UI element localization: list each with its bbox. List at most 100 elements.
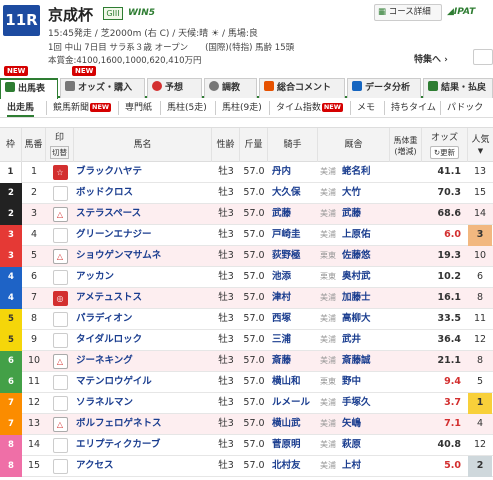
mark-cell[interactable]: △: [47, 351, 73, 372]
trainer-link[interactable]: 矢嶋: [342, 414, 390, 435]
subtab-memo[interactable]: メモ: [350, 101, 375, 115]
horse-name-link[interactable]: アクセス: [76, 456, 206, 477]
mark-select[interactable]: [52, 312, 68, 327]
jockey-link[interactable]: 大久保: [270, 183, 318, 204]
jockey-link[interactable]: 三浦: [270, 330, 318, 351]
mark-select[interactable]: △: [52, 249, 68, 264]
jockey-link[interactable]: ルメール: [270, 393, 318, 414]
mark-cell[interactable]: △: [47, 414, 73, 435]
jockey-link[interactable]: 横山武: [270, 414, 318, 435]
odds-update-button[interactable]: ↻更新: [429, 145, 460, 159]
mark-select[interactable]: ◎: [52, 291, 68, 306]
mark-cell[interactable]: [47, 456, 73, 477]
mark-cell[interactable]: [47, 393, 73, 414]
jockey-link[interactable]: 斎藤: [270, 351, 318, 372]
ipat-link[interactable]: ◢IPAT: [447, 4, 491, 21]
mark-cell[interactable]: [47, 330, 73, 351]
mark-cell[interactable]: ◎: [47, 288, 73, 309]
tab-data[interactable]: データ分析: [347, 78, 421, 98]
mark-select[interactable]: [52, 375, 68, 390]
horse-name-link[interactable]: ステラスペース: [76, 204, 206, 225]
horse-name-link[interactable]: パラディオン: [76, 309, 206, 330]
tab-shutsuba[interactable]: 出馬表: [0, 78, 58, 99]
horse-name-link[interactable]: タイダルロック: [76, 330, 206, 351]
horse-name-link[interactable]: エリプティクカーブ: [76, 435, 206, 456]
subtab-paddock[interactable]: パドック: [440, 101, 483, 115]
trainer-link[interactable]: 武藤: [342, 204, 390, 225]
trainer-link[interactable]: 加藤士: [342, 288, 390, 309]
trainer-link[interactable]: 武井: [342, 330, 390, 351]
mark-select[interactable]: △: [52, 207, 68, 222]
mark-select[interactable]: [52, 333, 68, 348]
trainer-link[interactable]: 大竹: [342, 183, 390, 204]
trainer-link[interactable]: 萩原: [342, 435, 390, 456]
mark-select[interactable]: [52, 459, 68, 474]
tokusen-menu-button[interactable]: [473, 49, 493, 65]
subtab-senmonshi[interactable]: 専門紙: [118, 101, 152, 115]
tab-comment[interactable]: 総合コメント: [259, 78, 345, 98]
trainer-link[interactable]: 手塚久: [342, 393, 390, 414]
trainer-link[interactable]: 野中: [342, 372, 390, 393]
horse-name-link[interactable]: ブラックハヤテ: [76, 162, 206, 183]
subtab-keiba-shinbun[interactable]: 競馬新聞 NEW: [46, 101, 112, 115]
mark-cell[interactable]: [47, 225, 73, 246]
jockey-link[interactable]: 横山和: [270, 372, 318, 393]
mark-select[interactable]: △: [52, 354, 68, 369]
trainer-link[interactable]: 奥村武: [342, 267, 390, 288]
trainer-link[interactable]: 上原佑: [342, 225, 390, 246]
jockey-link[interactable]: 北村友: [270, 456, 318, 477]
jockey-link[interactable]: 菅原明: [270, 435, 318, 456]
tab-choukyou[interactable]: 調教: [204, 78, 257, 98]
horse-name-link[interactable]: ボッドクロス: [76, 183, 206, 204]
mark-select[interactable]: [52, 186, 68, 201]
jockey-link[interactable]: 荻野極: [270, 246, 318, 267]
mark-cell[interactable]: △: [47, 246, 73, 267]
mark-cell[interactable]: [47, 435, 73, 456]
jockey-link[interactable]: 戸崎圭: [270, 225, 318, 246]
odds-value: 33.5: [437, 313, 461, 324]
mark-select[interactable]: [52, 438, 68, 453]
mark-cell[interactable]: △: [47, 204, 73, 225]
waku-number: 8: [0, 456, 22, 477]
tab-yosou[interactable]: 予想: [147, 78, 202, 98]
jockey-link[interactable]: 池添: [270, 267, 318, 288]
horse-name-link[interactable]: ショウゲンマサムネ: [76, 246, 206, 267]
trainer-link[interactable]: 高柳大: [342, 309, 390, 330]
horse-name-link[interactable]: ボルフェロゲネトス: [76, 414, 206, 435]
horse-name-link[interactable]: ジーネキング: [76, 351, 206, 372]
trainer-link[interactable]: 上村: [342, 456, 390, 477]
trainer-link[interactable]: 蛯名利: [342, 162, 390, 183]
mark-select[interactable]: [52, 270, 68, 285]
mark-cell[interactable]: ☆: [47, 162, 73, 183]
horse-name-link[interactable]: アメテュストス: [76, 288, 206, 309]
subtab-bachu-9[interactable]: 馬柱(9走): [215, 101, 262, 115]
jockey-link[interactable]: 西塚: [270, 309, 318, 330]
course-detail-button[interactable]: ▦ コース詳細: [374, 4, 442, 21]
jockey-link[interactable]: 津村: [270, 288, 318, 309]
subtab-shussouba[interactable]: 出走馬: [7, 101, 35, 117]
mark-select[interactable]: [52, 228, 68, 243]
trainer-link[interactable]: 佐藤悠: [342, 246, 390, 267]
trainer-link[interactable]: 斎藤誠: [342, 351, 390, 372]
col-mark[interactable]: 印切替: [46, 128, 74, 163]
horse-name-link[interactable]: マテンロウゲイル: [76, 372, 206, 393]
tab-odds[interactable]: オッズ・購入: [60, 78, 145, 98]
mark-select[interactable]: [52, 396, 68, 411]
mark-cell[interactable]: [47, 267, 73, 288]
tokusen-link[interactable]: 特集へ ›: [414, 52, 448, 65]
sort-icon[interactable]: ▼: [478, 146, 483, 157]
mark-cell[interactable]: [47, 372, 73, 393]
mark-cell[interactable]: [47, 309, 73, 330]
mark-cell[interactable]: [47, 183, 73, 204]
horse-name-link[interactable]: ソラネルマン: [76, 393, 206, 414]
tab-result[interactable]: 結果・払戻: [423, 78, 493, 98]
horse-name-link[interactable]: グリーンエナジー: [76, 225, 206, 246]
subtab-bachu-5[interactable]: 馬柱(5走): [160, 101, 207, 115]
jockey-link[interactable]: 武藤: [270, 204, 318, 225]
jockey-link[interactable]: 丹内: [270, 162, 318, 183]
horse-name-link[interactable]: アッカン: [76, 267, 206, 288]
subtab-mochi-time[interactable]: 持ちタイム: [384, 101, 436, 115]
subtab-time-index[interactable]: タイム指数 NEW: [269, 101, 343, 115]
mark-select[interactable]: ☆: [52, 165, 68, 180]
mark-select[interactable]: △: [52, 417, 68, 432]
